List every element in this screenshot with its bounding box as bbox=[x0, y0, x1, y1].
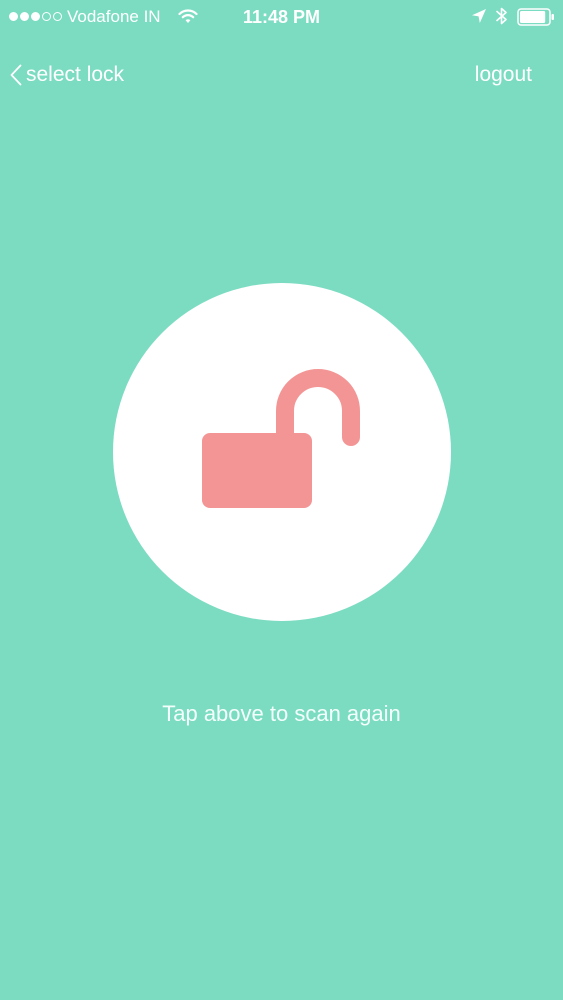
bluetooth-icon bbox=[496, 7, 507, 25]
unlocked-padlock-icon bbox=[202, 369, 360, 508]
back-button-label: select lock bbox=[26, 63, 125, 86]
navigation-bar: select lock logout bbox=[0, 54, 563, 98]
back-button[interactable]: select lock bbox=[10, 62, 124, 88]
chevron-left-icon bbox=[10, 64, 22, 86]
battery-icon bbox=[517, 8, 554, 26]
scan-button[interactable] bbox=[113, 283, 451, 621]
scan-again-hint: Tap above to scan again bbox=[162, 701, 401, 726]
battery-level-fill bbox=[520, 11, 546, 23]
logout-button[interactable]: logout bbox=[475, 62, 532, 88]
location-arrow-icon bbox=[472, 9, 486, 23]
status-bar: Vodafone IN 11:48 PM bbox=[0, 0, 563, 34]
